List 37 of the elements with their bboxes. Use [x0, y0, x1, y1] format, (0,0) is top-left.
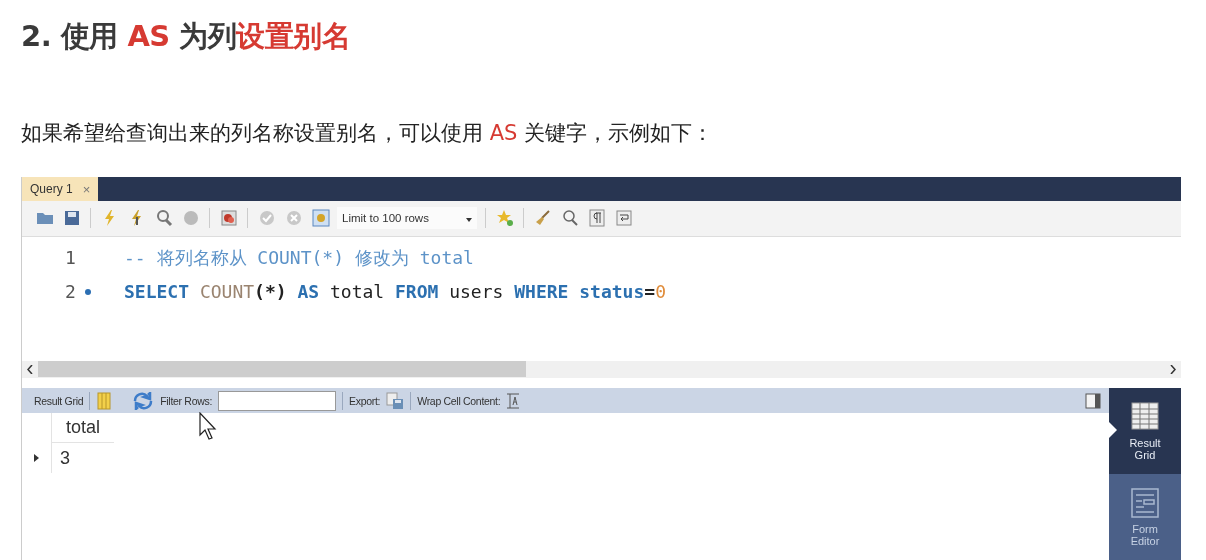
- statement-dot: [85, 288, 91, 295]
- side-tab[interactable]: Form Editor: [1109, 474, 1181, 560]
- line-number: 1: [65, 247, 77, 269]
- column-header[interactable]: total: [52, 413, 114, 443]
- grid-icon: [1130, 401, 1160, 433]
- selection-notch: [1109, 422, 1117, 438]
- scroll-left-icon[interactable]: [27, 364, 33, 374]
- side-tab[interactable]: Result Grid: [1109, 388, 1181, 474]
- panel-toggle-icon[interactable]: [1085, 392, 1101, 409]
- close-icon[interactable]: ×: [82, 181, 91, 197]
- wrap-cell-icon[interactable]: [506, 392, 521, 409]
- intro-text: 如果希望给查询出来的列名称设置别名，可以使用 AS 关键字，示例如下：: [21, 120, 714, 147]
- export-label: Export:: [349, 394, 381, 407]
- code-line: -- 将列名称从 COUNT(*) 修改为 total: [124, 245, 474, 270]
- export-icon[interactable]: [386, 391, 405, 410]
- table-cell-text: 3: [59, 446, 71, 470]
- heading: 2. 使用 AS 为列设置别名: [21, 18, 351, 55]
- query-tab[interactable]: Query 1 ×: [22, 177, 99, 201]
- row-pointer-icon: [34, 454, 39, 462]
- refresh-icon[interactable]: [132, 391, 155, 410]
- wrap-icon[interactable]: [613, 208, 634, 229]
- result-grid-label: Result Grid: [34, 394, 84, 407]
- filter-label: Filter Rows:: [160, 394, 213, 407]
- toggle-icon[interactable]: [218, 208, 239, 229]
- limit-dropdown[interactable]: Limit to 100 rows: [337, 207, 477, 230]
- code-line: SELECT COUNT(*) AS total FROM users WHERE status=0: [124, 281, 666, 303]
- mouse-cursor-icon: [199, 412, 219, 442]
- scroll-thumb[interactable]: [38, 361, 526, 378]
- form-icon: [1130, 487, 1160, 519]
- caret-icon: [466, 218, 472, 223]
- scroll-right-icon[interactable]: [1170, 364, 1176, 374]
- wrap-label: Wrap Cell Content:: [417, 394, 501, 407]
- autocommit-icon[interactable]: [310, 208, 331, 229]
- pilcrow-icon[interactable]: [586, 208, 607, 229]
- line-number: 2: [65, 281, 77, 303]
- filter-field[interactable]: [218, 390, 337, 411]
- columns-icon[interactable]: [96, 391, 113, 410]
